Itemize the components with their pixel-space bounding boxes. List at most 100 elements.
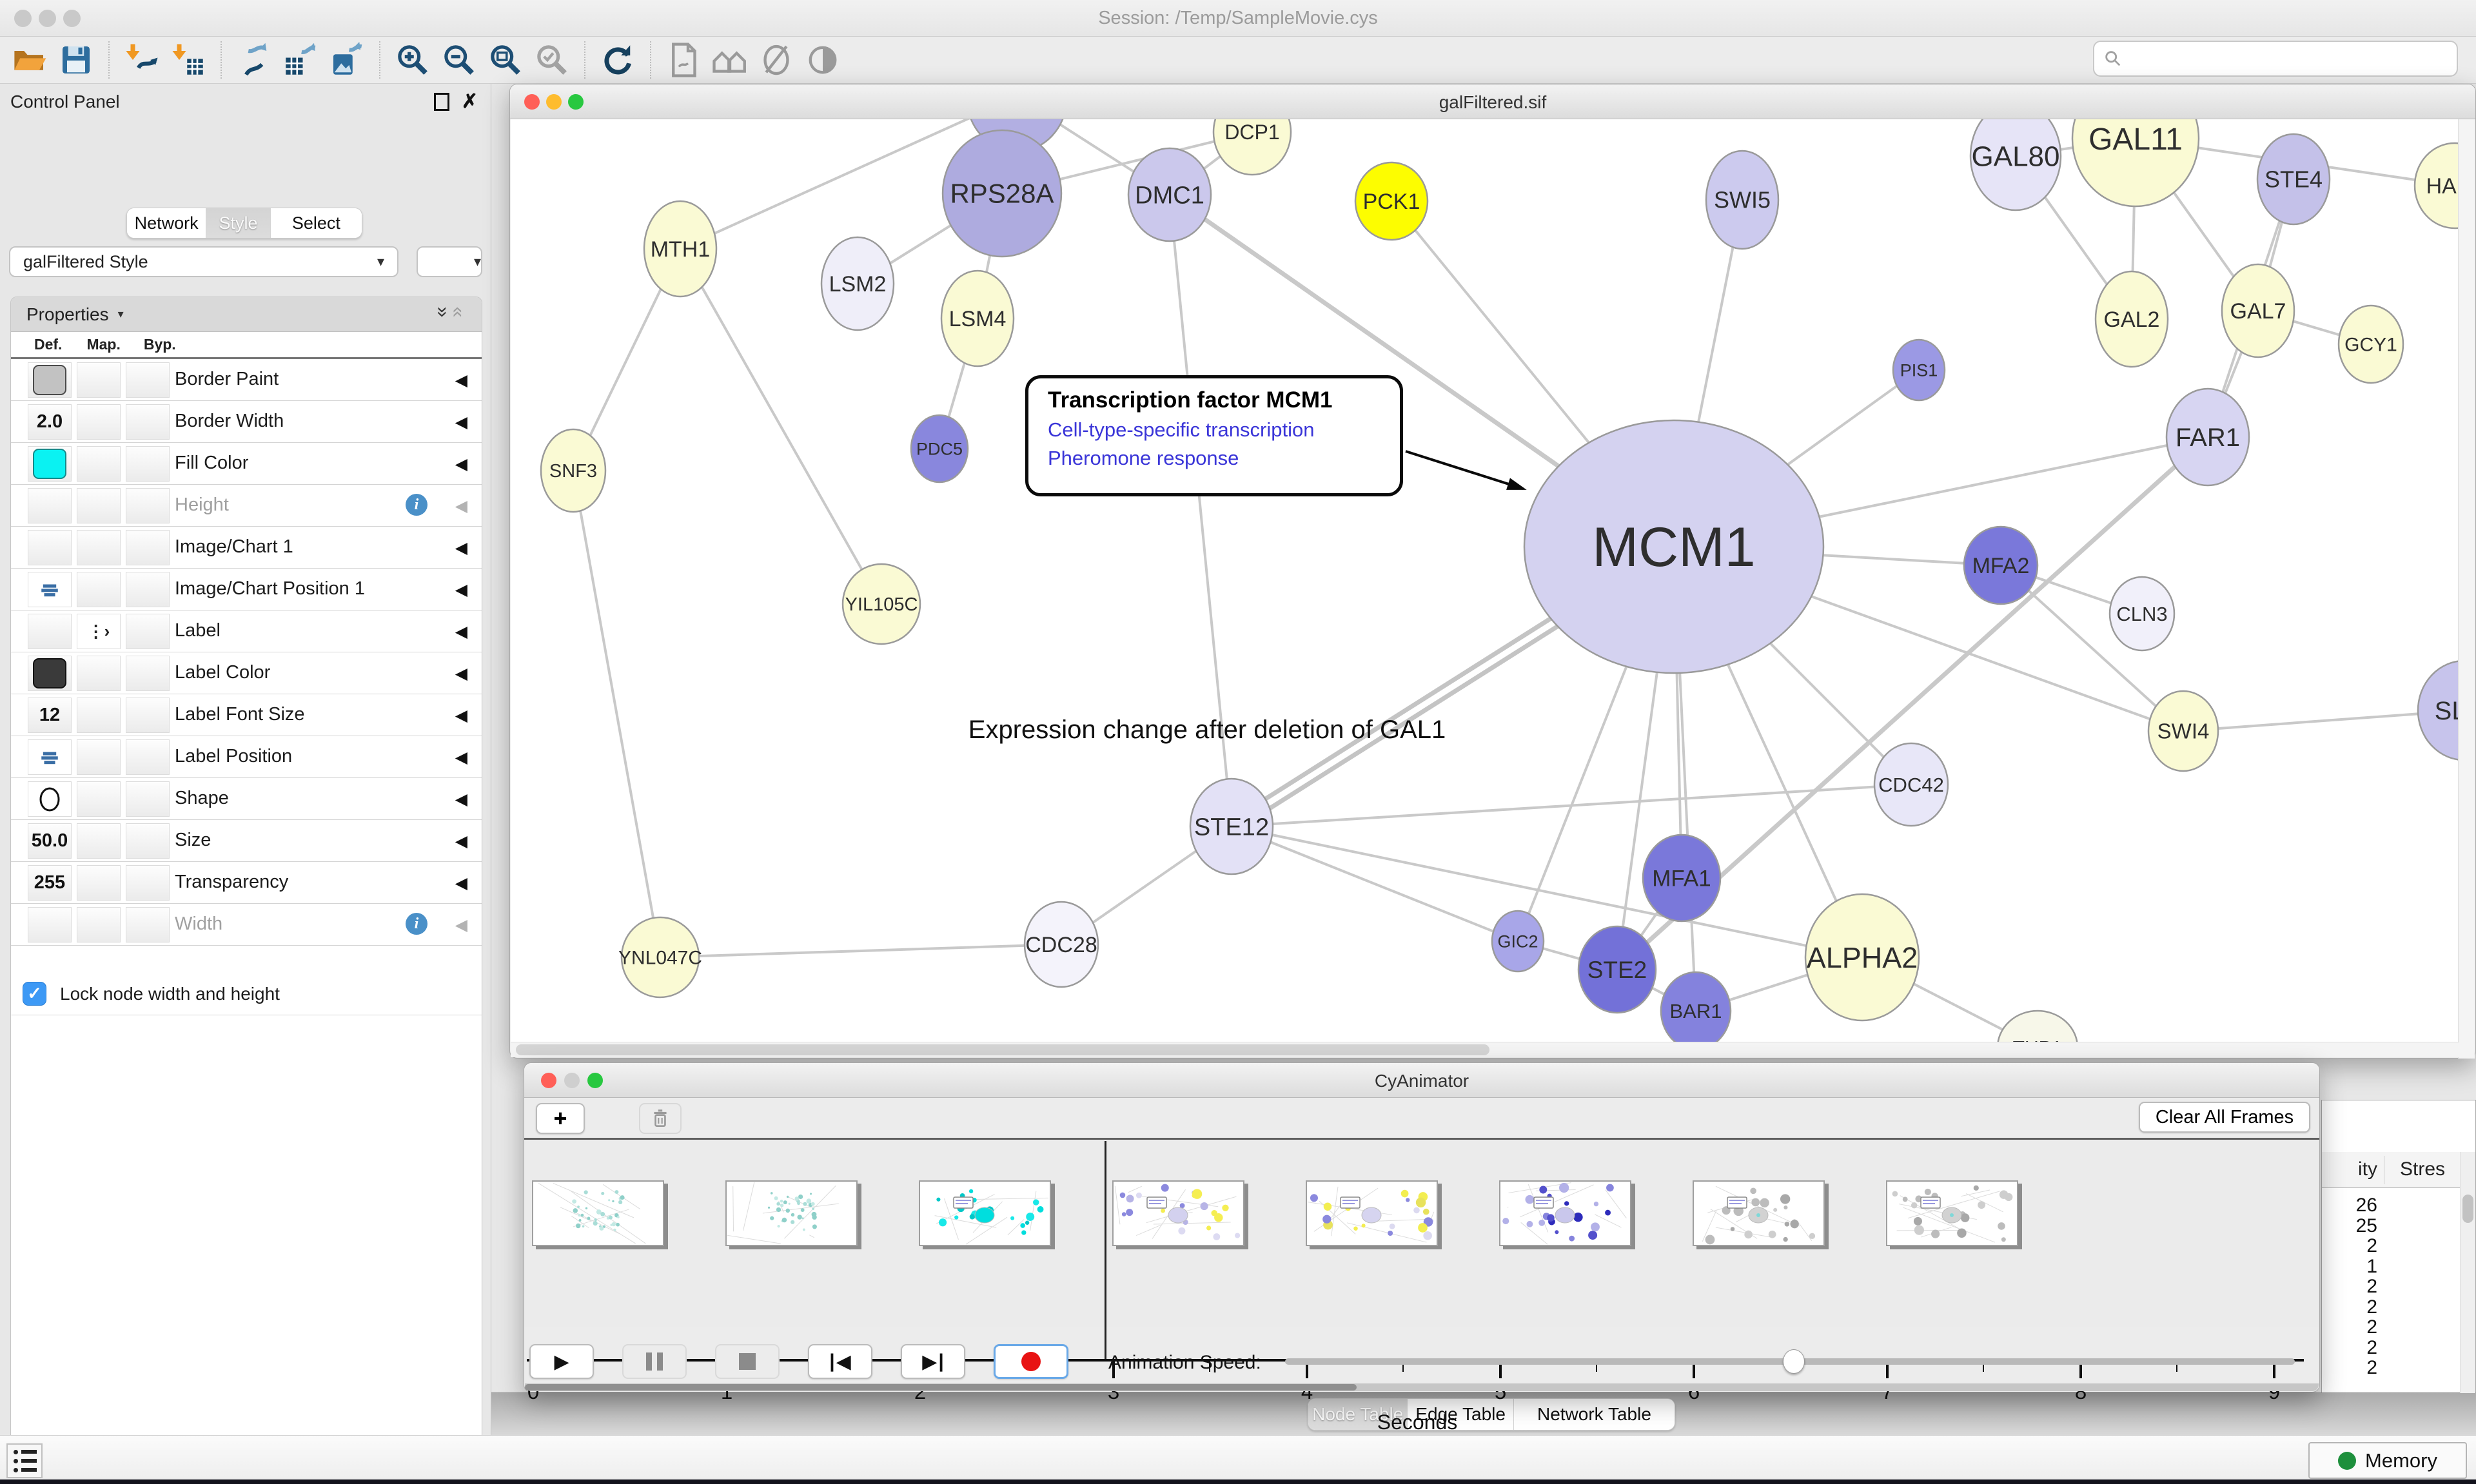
timeline-frame-7s[interactable] xyxy=(1886,1180,2018,1246)
mapping-cell[interactable]: ⋮› xyxy=(77,614,121,649)
expand-row-icon[interactable]: ◀ xyxy=(455,454,467,474)
node-pis1[interactable]: PIS1 xyxy=(1893,340,1945,400)
node-mfa2[interactable]: MFA2 xyxy=(1964,527,2038,604)
mapping-cell[interactable] xyxy=(77,572,121,607)
info-icon[interactable]: i xyxy=(406,913,427,935)
edge-ste12-alpha2[interactable] xyxy=(1232,826,1862,957)
toolbar-refresh-button[interactable] xyxy=(594,39,641,81)
bypass-cell[interactable] xyxy=(126,865,170,901)
node-cln3[interactable]: CLN3 xyxy=(2110,577,2174,650)
network-graph[interactable]: DCP1RPS28ADMC1PCK1SWI5GAL80GAL11STE4HAP2… xyxy=(511,119,2459,1043)
lock-checkbox[interactable]: ✓ xyxy=(23,982,46,1006)
table-cell-value[interactable]: 2 xyxy=(2322,1337,2377,1359)
toolbar-export-table-button[interactable] xyxy=(277,39,324,81)
property-row-label-color[interactable]: Label Color◀ xyxy=(11,652,482,694)
bypass-cell[interactable] xyxy=(126,572,170,607)
default-value-cell[interactable] xyxy=(28,656,72,691)
node-mfa1[interactable]: MFA1 xyxy=(1643,835,1720,921)
edge-ste12-gic2[interactable] xyxy=(1232,826,1518,941)
node-mth1[interactable]: MTH1 xyxy=(644,201,716,297)
mapping-cell[interactable] xyxy=(77,362,121,398)
node-lsm2[interactable]: LSM2 xyxy=(821,237,894,330)
column-header-ity[interactable]: ity xyxy=(2322,1158,2377,1180)
node-gal80[interactable]: GAL80 xyxy=(1970,119,2061,210)
toolbar-export-image-button[interactable] xyxy=(324,39,370,81)
mapping-cell[interactable] xyxy=(77,404,121,440)
default-value-cell[interactable] xyxy=(28,530,72,565)
bypass-cell[interactable] xyxy=(126,656,170,691)
toolbar-hide-details-button[interactable] xyxy=(753,39,800,81)
default-value-cell[interactable] xyxy=(28,614,72,649)
property-row-shape[interactable]: Shape◀ xyxy=(11,778,482,820)
default-value-cell[interactable] xyxy=(28,446,72,482)
tab-style[interactable]: Style xyxy=(206,208,270,238)
mapping-cell[interactable] xyxy=(77,698,121,733)
table-cell-value[interactable]: 2 xyxy=(2322,1276,2377,1298)
info-icon[interactable]: i xyxy=(406,494,427,516)
default-value-cell[interactable] xyxy=(28,362,72,398)
node-dmc1[interactable]: DMC1 xyxy=(1128,148,1211,241)
toolbar-zoom-in-button[interactable] xyxy=(389,39,436,81)
node-ste12[interactable]: STE12 xyxy=(1190,779,1273,874)
node-ste4[interactable]: STE4 xyxy=(2257,134,2330,224)
timeline-frame-2s[interactable] xyxy=(919,1180,1051,1246)
default-value-cell[interactable]: 2.0 xyxy=(28,404,72,440)
default-value-cell[interactable] xyxy=(28,907,72,942)
node-alpha2[interactable]: ALPHA2 xyxy=(1805,894,1919,1020)
node-rps28a[interactable]: RPS28A xyxy=(943,130,1061,257)
node-bar1[interactable]: BAR1 xyxy=(1661,972,1731,1043)
node-cdc28[interactable]: CDC28 xyxy=(1025,902,1098,987)
timeline-playhead[interactable] xyxy=(1105,1141,1106,1359)
table-cell-value[interactable]: 2 xyxy=(2322,1316,2377,1338)
toolbar-document-button[interactable] xyxy=(660,39,707,81)
column-header-stress[interactable]: Stres xyxy=(2386,1158,2459,1180)
default-value-cell[interactable] xyxy=(28,781,72,817)
expand-row-icon[interactable]: ◀ xyxy=(455,832,467,851)
mapping-cell[interactable] xyxy=(77,907,121,942)
bypass-cell[interactable] xyxy=(126,781,170,817)
add-frame-button[interactable]: + xyxy=(536,1103,585,1134)
expand-row-icon[interactable]: ◀ xyxy=(455,538,467,558)
toolbar-zoom-out-button[interactable] xyxy=(436,39,482,81)
property-row-height[interactable]: Heighti◀ xyxy=(11,485,482,527)
default-value-cell[interactable] xyxy=(28,739,72,775)
default-value-cell[interactable]: 255 xyxy=(28,865,72,901)
network-hscrollbar[interactable] xyxy=(511,1042,2459,1057)
node-swi4[interactable]: SWI4 xyxy=(2148,691,2218,771)
property-row-fill-color[interactable]: Fill Color◀ xyxy=(11,443,482,485)
property-row-transparency[interactable]: 255Transparency◀ xyxy=(11,862,482,904)
bypass-cell[interactable] xyxy=(126,404,170,440)
table-cell-value[interactable]: 2 xyxy=(2322,1235,2377,1257)
node-dcp1[interactable]: DCP1 xyxy=(1213,119,1291,175)
property-row-image-chart-position-1[interactable]: Image/Chart Position 1◀ xyxy=(11,569,482,610)
property-row-width[interactable]: Widthi◀ xyxy=(11,904,482,946)
table-cell-value[interactable]: 2 xyxy=(2322,1296,2377,1318)
node-ste2[interactable]: STE2 xyxy=(1578,926,1656,1013)
clear-all-frames-button[interactable]: Clear All Frames xyxy=(2139,1102,2310,1133)
node-ynl047c[interactable]: YNL047C xyxy=(618,917,702,997)
bypass-cell[interactable] xyxy=(126,739,170,775)
node-cdc42[interactable]: CDC42 xyxy=(1874,743,1948,826)
search-input[interactable] xyxy=(2093,41,2458,77)
expand-row-icon[interactable]: ◀ xyxy=(455,748,467,767)
bypass-cell[interactable] xyxy=(126,907,170,942)
timeline-frame-4s[interactable] xyxy=(1306,1180,1438,1246)
task-history-button[interactable] xyxy=(6,1443,43,1478)
float-panel-icon[interactable] xyxy=(434,93,449,111)
annotation-link-1[interactable]: Cell-type-specific transcription xyxy=(1048,418,1400,442)
tab-network-table[interactable]: Network Table xyxy=(1514,1399,1675,1430)
node-gic2[interactable]: GIC2 xyxy=(1492,911,1544,971)
skip-to-end-button[interactable]: ▶| xyxy=(901,1344,965,1379)
tab-select[interactable]: Select xyxy=(271,208,362,238)
timeline-frame-6s[interactable] xyxy=(1693,1180,1825,1246)
delete-frame-button[interactable] xyxy=(639,1103,682,1134)
play-button[interactable]: ▶ xyxy=(529,1344,594,1379)
property-row-image-chart-1[interactable]: Image/Chart 1◀ xyxy=(11,527,482,569)
slider-thumb[interactable] xyxy=(1783,1349,1805,1374)
node-pck1[interactable]: PCK1 xyxy=(1355,162,1428,240)
toolbar-save-session-button[interactable] xyxy=(53,39,99,81)
close-panel-icon[interactable]: ✗ xyxy=(462,90,478,113)
property-row-border-width[interactable]: 2.0Border Width◀ xyxy=(11,401,482,443)
mapping-cell[interactable] xyxy=(77,781,121,817)
network-window-titlebar[interactable]: galFiltered.sif xyxy=(510,84,2475,119)
